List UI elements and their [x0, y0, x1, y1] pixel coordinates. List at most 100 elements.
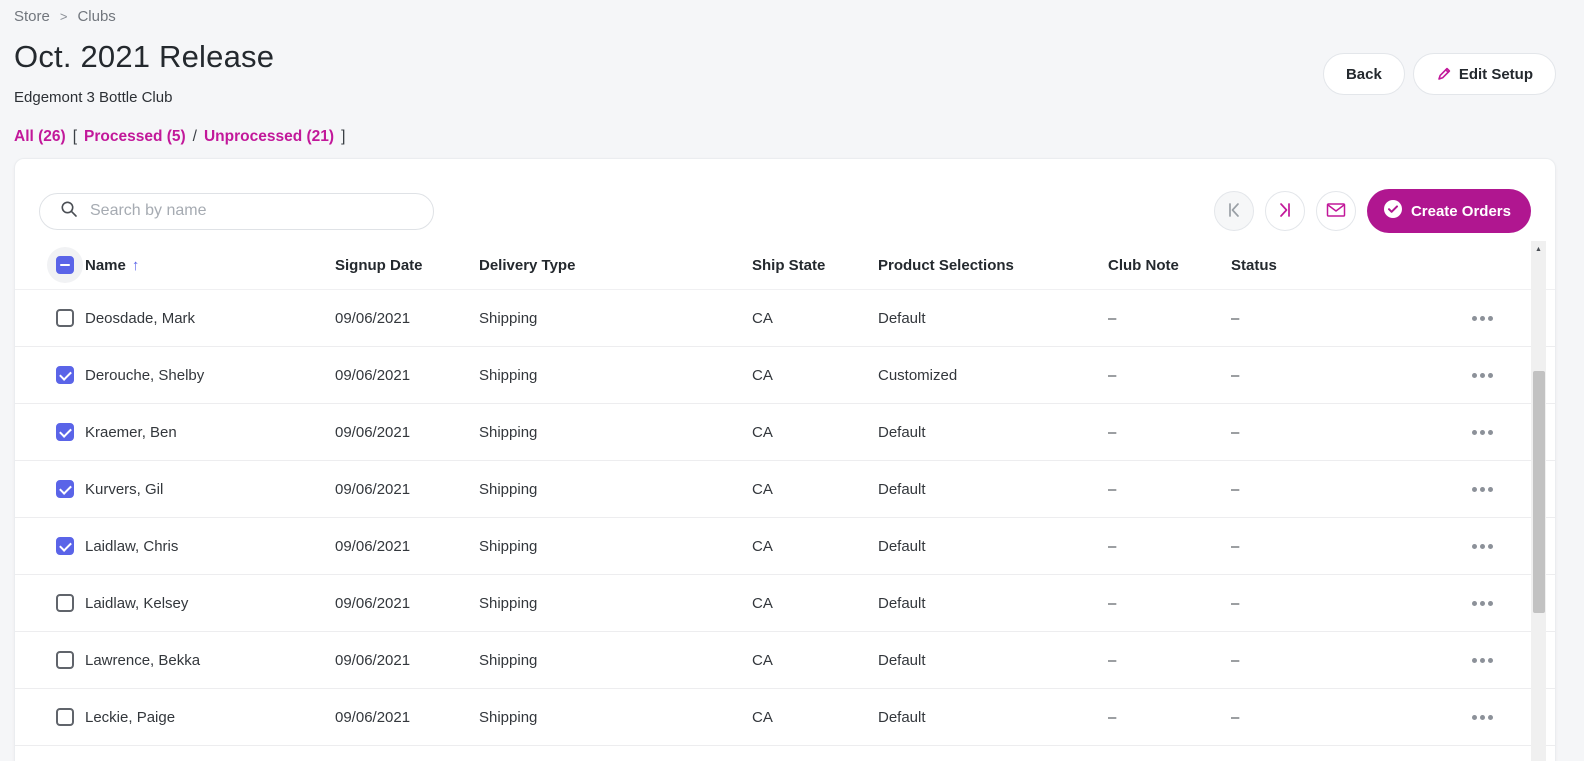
cell-signup-date: 09/06/2021 — [335, 651, 411, 669]
cell-delivery-type: Shipping — [479, 480, 538, 498]
table-row: Deosdade, Mark 09/06/2021 Shipping CA De… — [15, 290, 1555, 347]
envelope-icon — [1326, 202, 1346, 221]
header-product-selections[interactable]: Product Selections — [878, 257, 1108, 274]
edit-setup-button[interactable]: Edit Setup — [1412, 53, 1556, 95]
row-menu-button[interactable] — [1470, 481, 1495, 498]
breadcrumb-store[interactable]: Store — [14, 8, 50, 25]
table-row: Derouche, Shelby 09/06/2021 Shipping CA … — [15, 347, 1555, 404]
cell-club-note: – — [1108, 708, 1117, 726]
cell-club-note: – — [1108, 480, 1117, 498]
cell-name: Kraemer, Ben — [85, 423, 177, 441]
row-menu-button[interactable] — [1470, 709, 1495, 726]
filter-unprocessed[interactable]: Unprocessed (21) — [204, 128, 334, 146]
cell-club-note: – — [1108, 537, 1117, 555]
cell-club-note: – — [1108, 594, 1117, 612]
filter-bracket-open: [ — [72, 128, 77, 145]
back-button[interactable]: Back — [1322, 53, 1405, 95]
cell-product-selections: Default — [878, 309, 926, 327]
select-all-halo — [47, 247, 83, 283]
row-checkbox[interactable] — [56, 594, 74, 612]
row-menu-button[interactable] — [1470, 538, 1495, 555]
filter-tabs: All (26) [ Processed (5) / Unprocessed (… — [14, 128, 1556, 146]
cell-ship-state: CA — [752, 537, 773, 555]
scrollbar-thumb[interactable] — [1532, 371, 1545, 613]
table-row: Kurvers, Gil 09/06/2021 Shipping CA Defa… — [15, 461, 1555, 518]
filter-all[interactable]: All (26) — [14, 128, 66, 146]
cell-signup-date: 09/06/2021 — [335, 480, 411, 498]
cell-product-selections: Default — [878, 423, 926, 441]
cell-club-note: – — [1108, 309, 1117, 327]
cell-product-selections: Default — [878, 480, 926, 498]
cell-ship-state: CA — [752, 651, 773, 669]
table-row: Kraemer, Ben 09/06/2021 Shipping CA Defa… — [15, 404, 1555, 461]
cell-ship-state: CA — [752, 366, 773, 384]
table-row: Laidlaw, Chris 09/06/2021 Shipping CA De… — [15, 518, 1555, 575]
row-checkbox[interactable] — [56, 309, 74, 327]
toolbar-actions: Create Orders — [1213, 189, 1531, 233]
email-button[interactable] — [1315, 191, 1356, 231]
table-header-row: Name ↑ Signup Date Delivery Type Ship St… — [15, 241, 1555, 290]
cell-name: Lawrence, Bekka — [85, 651, 201, 669]
header-delivery-type[interactable]: Delivery Type — [479, 257, 752, 274]
cell-status: – — [1231, 651, 1240, 669]
vertical-scrollbar[interactable]: ▲ — [1531, 241, 1546, 761]
header-name[interactable]: Name ↑ — [85, 257, 335, 274]
cell-status: – — [1231, 708, 1240, 726]
back-button-label: Back — [1345, 65, 1382, 83]
cell-name: Deosdade, Mark — [85, 309, 196, 327]
filter-bracket-close: ] — [341, 128, 346, 145]
filter-processed[interactable]: Processed (5) — [84, 128, 186, 146]
cell-product-selections: Default — [878, 651, 926, 669]
sort-ascending-icon[interactable]: ↑ — [132, 257, 140, 274]
row-menu-button[interactable] — [1470, 595, 1495, 612]
row-menu-button[interactable] — [1470, 424, 1495, 441]
scroll-up-arrow[interactable]: ▲ — [1531, 241, 1546, 257]
cell-delivery-type: Shipping — [479, 537, 538, 555]
breadcrumb-clubs[interactable]: Clubs — [77, 8, 115, 25]
cell-delivery-type: Shipping — [479, 708, 538, 726]
cell-club-note: – — [1108, 366, 1117, 384]
breadcrumb: Store > Clubs — [14, 6, 1556, 25]
table-row: Laidlaw, Kelsey 09/06/2021 Shipping CA D… — [15, 575, 1555, 632]
skip-to-first-icon — [1225, 201, 1243, 222]
select-all-checkbox[interactable] — [56, 256, 74, 274]
cell-status: – — [1231, 594, 1240, 612]
header-actions: Back Edit Setup — [1322, 53, 1556, 95]
header-ship-state[interactable]: Ship State — [752, 257, 878, 274]
row-checkbox[interactable] — [56, 366, 74, 384]
cell-signup-date: 09/06/2021 — [335, 366, 411, 384]
row-checkbox[interactable] — [56, 537, 74, 555]
members-table: Name ↑ Signup Date Delivery Type Ship St… — [15, 241, 1555, 746]
header-status[interactable]: Status — [1231, 257, 1381, 274]
cell-name: Laidlaw, Chris — [85, 537, 179, 555]
search-box[interactable] — [39, 192, 434, 230]
page: Store > Clubs Oct. 2021 Release Edgemont… — [0, 0, 1584, 761]
row-checkbox[interactable] — [56, 480, 74, 498]
cell-ship-state: CA — [752, 480, 773, 498]
create-orders-label: Create Orders — [1410, 202, 1511, 220]
header-signup-date[interactable]: Signup Date — [335, 257, 479, 274]
row-checkbox[interactable] — [56, 708, 74, 726]
skip-to-last-icon — [1276, 201, 1294, 222]
check-circle-icon — [1383, 199, 1403, 223]
create-orders-button[interactable]: Create Orders — [1366, 189, 1531, 233]
row-checkbox[interactable] — [56, 651, 74, 669]
search-input[interactable] — [90, 202, 419, 220]
cell-product-selections: Default — [878, 537, 926, 555]
cell-signup-date: 09/06/2021 — [335, 594, 411, 612]
row-menu-button[interactable] — [1470, 367, 1495, 384]
cell-name: Derouche, Shelby — [85, 366, 205, 384]
row-menu-button[interactable] — [1470, 652, 1495, 669]
row-checkbox[interactable] — [56, 423, 74, 441]
breadcrumb-separator: > — [59, 9, 68, 24]
row-menu-button[interactable] — [1470, 310, 1495, 327]
first-page-button[interactable] — [1213, 191, 1254, 231]
header-club-note[interactable]: Club Note — [1108, 257, 1231, 274]
cell-signup-date: 09/06/2021 — [335, 708, 411, 726]
cell-status: – — [1231, 366, 1240, 384]
last-page-button[interactable] — [1264, 191, 1305, 231]
cell-product-selections: Default — [878, 708, 926, 726]
cell-status: – — [1231, 537, 1240, 555]
cell-status: – — [1231, 309, 1240, 327]
cell-club-note: – — [1108, 423, 1117, 441]
